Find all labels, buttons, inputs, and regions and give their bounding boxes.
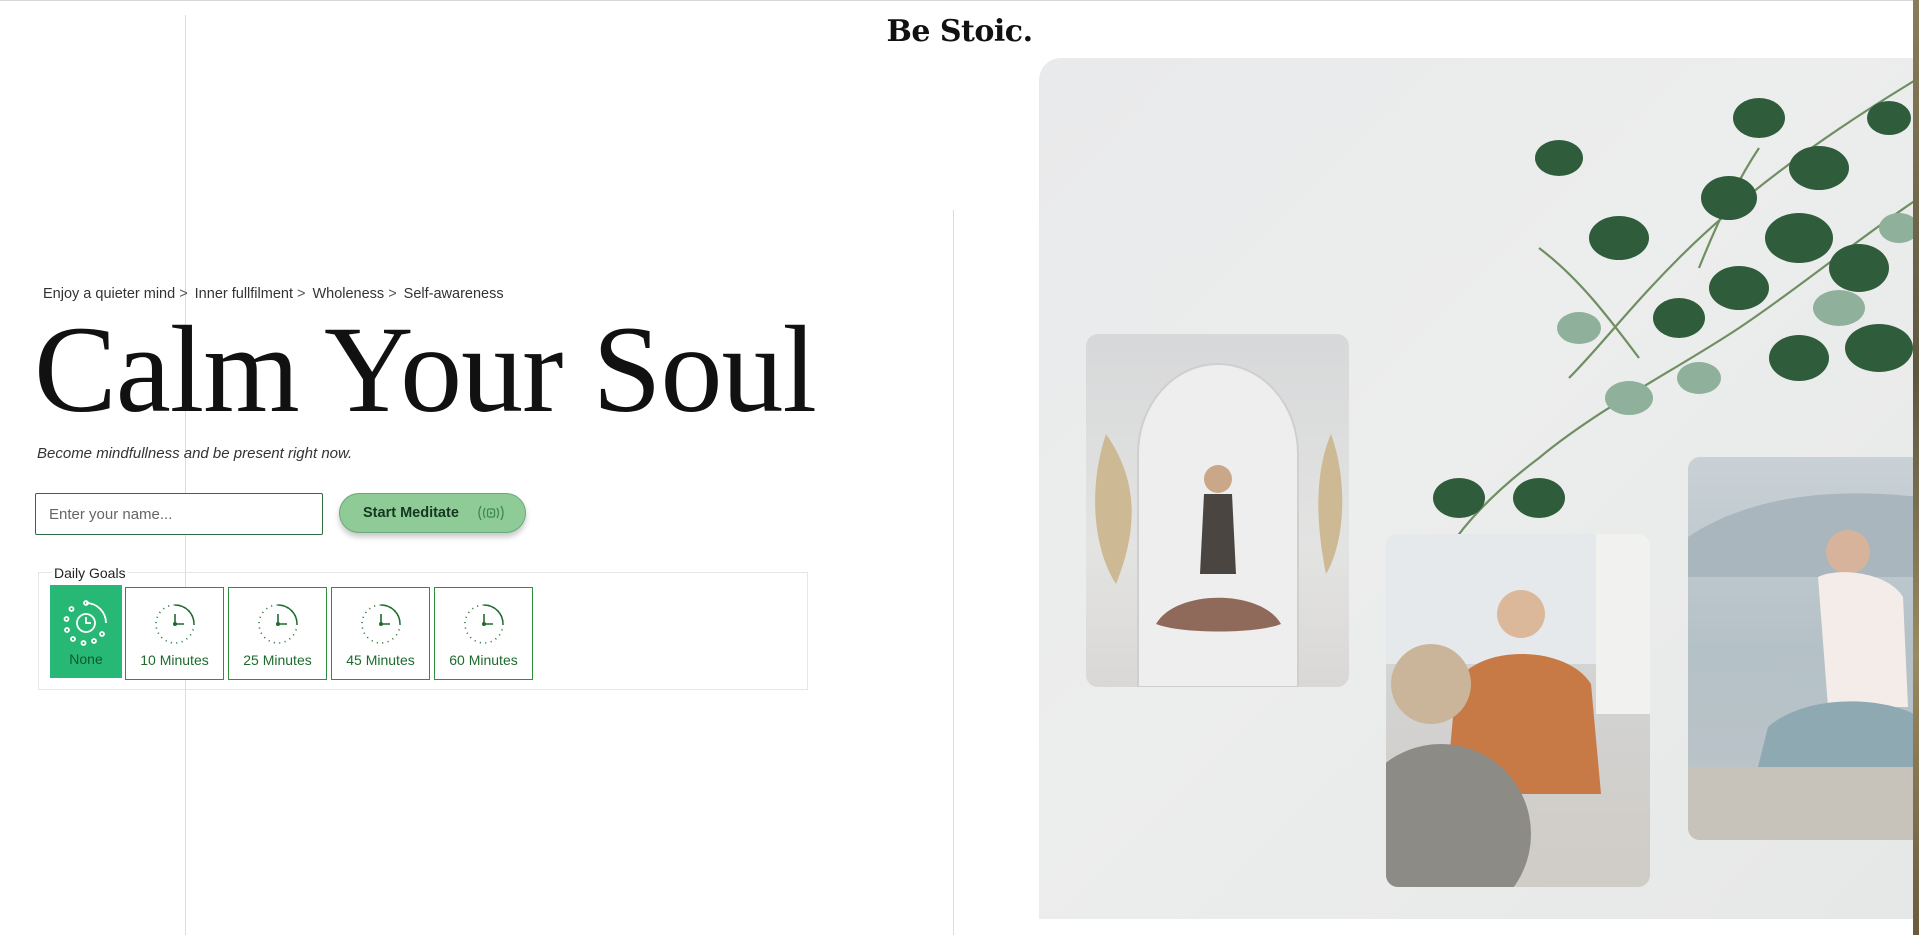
goal-option-none[interactable]: None xyxy=(50,585,122,678)
timer-off-icon xyxy=(63,600,107,646)
goal-option-10-minutes[interactable]: 10 Minutes xyxy=(125,587,224,680)
breadcrumb: Enjoy a quieter mind > Inner fullfilment >… xyxy=(43,286,511,302)
breadcrumb-item-quieter-mind[interactable]: Enjoy a quieter mind > xyxy=(43,286,188,302)
goal-option-45-minutes[interactable]: 45 Minutes xyxy=(331,587,430,680)
timer-icon xyxy=(463,604,504,644)
timer-icon xyxy=(154,604,195,644)
hero-image-panel xyxy=(1039,58,1919,919)
page-subtitle: Become mindfullness and be present right… xyxy=(37,445,353,462)
goal-option-label: 45 Minutes xyxy=(346,652,415,668)
meditation-arch-illustration xyxy=(1095,363,1343,687)
guide-line-center xyxy=(953,210,954,935)
guide-line-left xyxy=(185,15,186,935)
brand-logo[interactable]: Be Stoic. xyxy=(0,14,1919,49)
goal-option-60-minutes[interactable]: 60 Minutes xyxy=(434,587,533,680)
timer-icon xyxy=(360,604,401,644)
seaside-meditation-illustration xyxy=(1688,493,1919,840)
goal-option-label: 60 Minutes xyxy=(449,652,518,668)
goal-option-label: 25 Minutes xyxy=(243,652,312,668)
start-meditate-button[interactable]: Start Meditate xyxy=(339,493,526,533)
orange-hoodie-illustration xyxy=(1386,534,1650,887)
top-border xyxy=(0,0,1919,1)
goal-option-label: 10 Minutes xyxy=(140,652,209,668)
name-input[interactable] xyxy=(35,493,323,535)
breadcrumb-item-self-awareness[interactable]: Self-awareness xyxy=(404,286,504,302)
timer-icon xyxy=(257,604,298,644)
breadcrumb-item-inner-fullfilment[interactable]: Inner fullfilment > xyxy=(195,286,306,302)
breadcrumb-item-wholeness[interactable]: Wholeness > xyxy=(312,286,396,302)
photo-woman-meditating-seaside xyxy=(1688,457,1919,840)
daily-goals-legend: Daily Goals xyxy=(52,565,128,581)
page-title: Calm Your Soul xyxy=(34,301,817,438)
photo-woman-hand-on-chest xyxy=(1386,534,1650,887)
window-edge xyxy=(1913,0,1919,935)
photo-woman-meditating-arch xyxy=(1086,334,1349,687)
start-meditate-label: Start Meditate xyxy=(363,505,459,521)
goal-option-25-minutes[interactable]: 25 Minutes xyxy=(228,587,327,680)
sound-waves-icon xyxy=(478,505,504,521)
goal-option-label: None xyxy=(69,651,103,667)
